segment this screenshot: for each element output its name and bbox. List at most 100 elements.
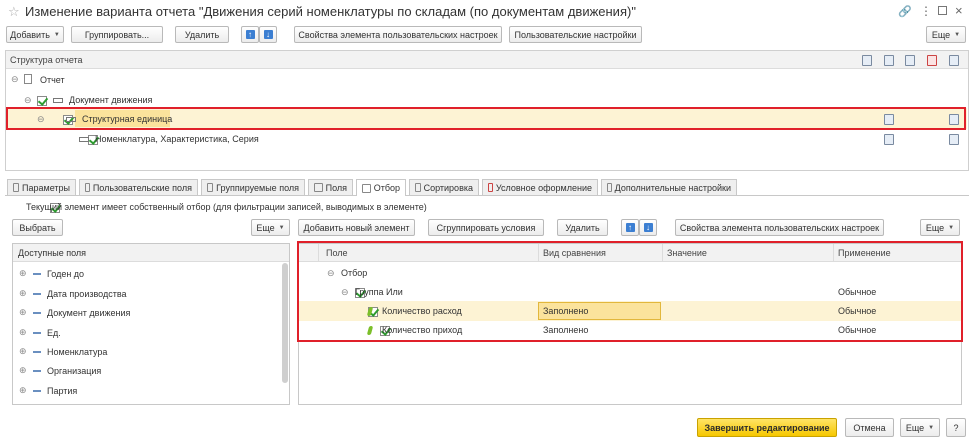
structure-col-icon-5[interactable] [948, 54, 959, 66]
move-up-button[interactable]: ↑ [241, 26, 259, 43]
structure-row-doc-movement[interactable]: Документ движения [69, 95, 152, 105]
add-button[interactable]: Добавить ▼ [6, 26, 64, 43]
tab-grouped-fields[interactable]: Группируемые поля [201, 179, 305, 195]
available-field-item[interactable]: ⊕ Ед. [19, 327, 61, 338]
field-label: Организация [47, 365, 102, 376]
field-label: Документ движения [47, 307, 131, 318]
add-new-element-button[interactable]: Добавить новый элемент [298, 219, 415, 236]
finish-editing-button[interactable]: Завершить редактирование [697, 418, 837, 437]
collapse-icon[interactable]: ⊖ [11, 74, 19, 85]
own-filter-label: Текущий элемент имеет собственный отбор … [26, 202, 427, 212]
structure-col-icon-1[interactable] [861, 54, 872, 66]
filter-delete-label: Удалить [565, 222, 600, 233]
structure-row-nomenclature[interactable]: Номенклатура, Характеристика, Серия [95, 134, 259, 144]
arrow-down-icon: ↓ [263, 30, 273, 39]
expand-icon[interactable]: ⊕ [19, 346, 27, 357]
select-button[interactable]: Выбрать [12, 219, 63, 236]
filter-element-props-button[interactable]: Свойства элемента пользовательских настр… [675, 219, 884, 236]
grouped-fields-icon [207, 183, 214, 192]
link-icon[interactable]: 🔗 [898, 5, 912, 18]
structure-header [6, 51, 968, 69]
tab-label: Дополнительные настройки [614, 182, 731, 193]
expand-icon[interactable]: ⊕ [19, 385, 27, 396]
field-label: Ед. [47, 327, 61, 338]
available-field-item[interactable]: ⊕ Годен до [19, 268, 84, 279]
available-field-item[interactable]: ⊕ Организация [19, 365, 101, 376]
close-icon[interactable]: × [955, 3, 963, 18]
tab-user-fields[interactable]: Пользовательские поля [79, 179, 198, 195]
field-label: Годен до [47, 268, 85, 279]
tab-sorting[interactable]: Сортировка [409, 179, 479, 195]
window-title: Изменение варианта отчета "Движения сери… [25, 4, 636, 19]
tab-conditional-format[interactable]: Условное оформление [482, 179, 598, 195]
filter-icon [362, 183, 371, 193]
user-settings-label: Пользовательские настройки [514, 29, 637, 40]
sorting-icon [415, 183, 421, 192]
arrow-down-icon: ↓ [643, 223, 653, 232]
structure-col-icon-3[interactable] [904, 54, 915, 66]
expand-icon[interactable]: ⊕ [19, 268, 27, 279]
doc-movement-checkbox[interactable] [37, 95, 47, 106]
more-label: Еще [931, 29, 951, 40]
field-icon [33, 292, 41, 295]
help-button[interactable]: ? [946, 418, 966, 437]
field-icon [33, 389, 41, 392]
element-props-button[interactable]: Свойства элемента пользовательских настр… [294, 26, 502, 43]
more-label: Еще [256, 222, 275, 233]
collapse-icon[interactable]: ⊖ [24, 95, 32, 106]
delete-button[interactable]: Удалить [175, 26, 229, 43]
structure-header-label: Структура отчета [10, 55, 83, 65]
available-fields-header: Доступные поля [18, 248, 87, 258]
more-button-top[interactable]: Еще ▼ [926, 26, 966, 43]
structure-col-icon-4[interactable] [926, 54, 937, 66]
tab-fields[interactable]: Поля [308, 179, 353, 195]
more-label: Еще [925, 222, 945, 233]
cancel-label: Отмена [853, 422, 886, 433]
parameters-icon [13, 183, 20, 192]
available-field-item[interactable]: ⊕ Номенклатура [19, 346, 107, 357]
more-label: Еще [905, 422, 925, 433]
field-icon [33, 311, 41, 314]
available-field-item[interactable]: ⊕ Партия [19, 385, 77, 396]
add-button-label: Добавить [10, 29, 50, 40]
conditional-format-icon [488, 183, 493, 192]
group-button[interactable]: Группировать... [71, 26, 163, 43]
expand-icon[interactable]: ⊕ [19, 307, 27, 318]
grouping-icon [53, 98, 63, 103]
filter-delete-button[interactable]: Удалить [557, 219, 608, 236]
expand-icon[interactable]: ⊕ [19, 288, 27, 299]
additional-settings-icon [607, 183, 612, 192]
maximize-icon[interactable] [938, 6, 947, 15]
help-label: ? [953, 422, 959, 433]
available-field-item[interactable]: ⊕ Дата производства [19, 288, 127, 299]
move-down-button[interactable]: ↓ [259, 26, 277, 43]
group-conditions-button[interactable]: Сгруппировать условия [428, 219, 544, 236]
favorite-star-icon[interactable]: ☆ [8, 4, 20, 20]
more-button-footer[interactable]: Еще ▼ [900, 418, 940, 437]
nomenclature-col-icon-5[interactable] [948, 133, 959, 145]
tab-parameters[interactable]: Параметры [7, 179, 76, 195]
user-settings-button[interactable]: Пользовательские настройки [509, 26, 642, 43]
field-icon [33, 350, 41, 353]
expand-icon[interactable]: ⊕ [19, 365, 27, 376]
available-field-item[interactable]: ⊕ Документ движения [19, 307, 130, 318]
tab-label: Отбор [373, 183, 400, 193]
field-label: Дата производства [47, 288, 127, 299]
tab-label: Пользовательские поля [92, 182, 192, 193]
structure-col-icon-2[interactable] [883, 54, 894, 66]
cancel-button[interactable]: Отмена [845, 418, 894, 437]
nomenclature-col-icon-2[interactable] [883, 133, 894, 145]
expand-icon[interactable]: ⊕ [19, 327, 27, 338]
tab-label: Параметры [22, 182, 70, 193]
more-vertical-icon[interactable]: ⋮ [920, 4, 932, 18]
group-button-label: Группировать... [84, 29, 150, 40]
more-button-left[interactable]: Еще ▼ [251, 219, 290, 236]
structure-row-report[interactable]: Отчет [40, 75, 65, 85]
filter-move-down-button[interactable]: ↓ [639, 219, 657, 236]
tab-additional-settings[interactable]: Дополнительные настройки [601, 179, 737, 195]
available-fields-scrollbar[interactable] [282, 263, 288, 383]
tab-filter[interactable]: Отбор [356, 179, 406, 196]
filter-move-up-button[interactable]: ↑ [621, 219, 639, 236]
more-button-right[interactable]: Еще ▼ [920, 219, 960, 236]
tab-label: Поля [325, 182, 347, 193]
